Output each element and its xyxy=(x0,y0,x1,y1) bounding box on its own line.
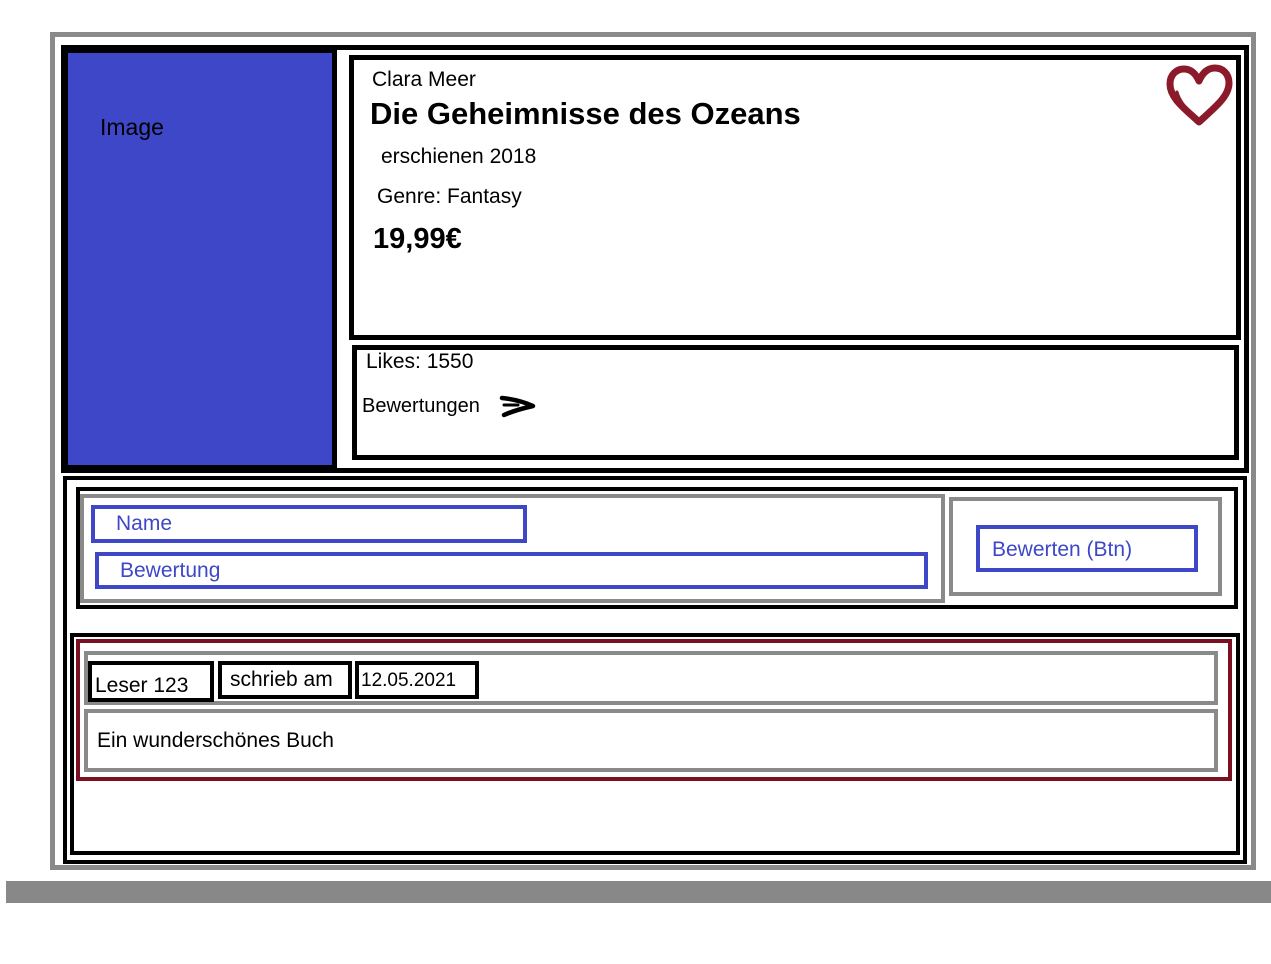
review-date: 12.05.2021 xyxy=(361,670,457,691)
review-author: Leser 123 xyxy=(95,674,189,697)
image-placeholder-label: Image xyxy=(100,114,164,140)
book-price: 19,99€ xyxy=(373,223,462,255)
book-title: Die Geheimnisse des Ozeans xyxy=(370,96,801,131)
review-text-box: Ein wunderschönes Buch xyxy=(84,709,1218,772)
review-text: Ein wunderschönes Buch xyxy=(97,729,334,752)
rating-placeholder: Bewertung xyxy=(120,559,221,582)
bottom-bar xyxy=(6,881,1271,903)
heart-icon[interactable] xyxy=(1162,64,1236,130)
review-author-box: Leser 123 xyxy=(88,661,214,702)
book-genre: Genre: Fantasy xyxy=(377,185,522,208)
submit-rating-label: Bewerten (Btn) xyxy=(992,538,1133,561)
name-placeholder: Name xyxy=(116,512,173,535)
reviews-link[interactable]: Bewertungen xyxy=(362,395,480,418)
book-image: Image xyxy=(63,48,337,470)
review-date-box: 12.05.2021 xyxy=(355,661,479,699)
book-published: erschienen 2018 xyxy=(381,145,537,168)
arrow-right-icon[interactable] xyxy=(498,393,538,419)
review-wrote-box: schrieb am xyxy=(218,661,352,699)
likes-box xyxy=(352,345,1239,460)
name-input[interactable]: Name xyxy=(91,505,527,543)
review-wrote-label: schrieb am xyxy=(230,668,333,691)
book-author: Clara Meer xyxy=(372,68,476,91)
submit-rating-button[interactable]: Bewerten (Btn) xyxy=(976,525,1198,572)
rating-input[interactable]: Bewertung xyxy=(95,552,928,589)
likes-count: Likes: 1550 xyxy=(366,350,474,373)
